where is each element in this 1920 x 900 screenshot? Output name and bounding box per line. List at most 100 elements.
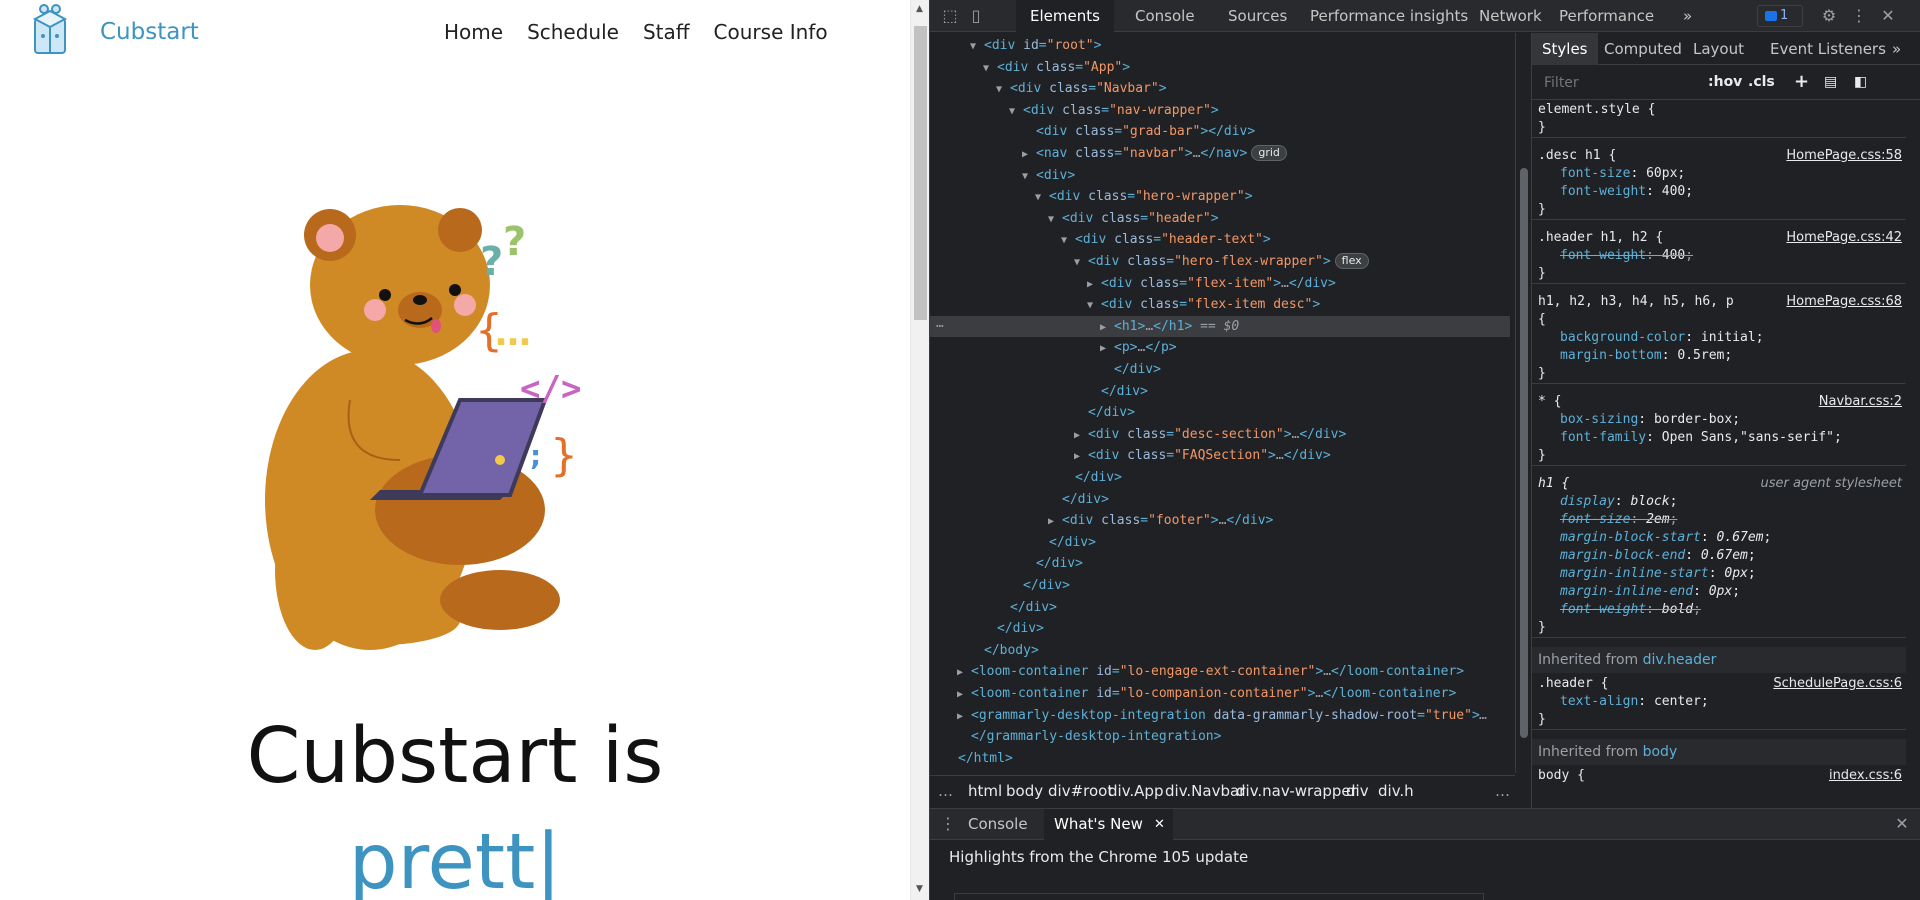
rule-source-link[interactable]: Navbar.css:2 [1819,393,1902,411]
breadcrumb-item[interactable]: body [1006,782,1043,800]
expand-triangle-icon[interactable]: ▶ [1074,425,1088,446]
css-rule[interactable]: * {Navbar.css:2 box-sizing: border-box; fo… [1532,393,1906,466]
node-actions-icon[interactable]: ⋯ [936,316,944,337]
dom-node[interactable]: ▶ <nav class="navbar">…</nav> grid [1022,143,1287,164]
dom-node[interactable]: ▶ <grammarly-desktop-integration data-gra… [957,705,1488,726]
brand-name[interactable]: Cubstart [100,19,199,45]
rule-source-link[interactable]: HomePage.css:68 [1786,293,1902,311]
devtools-tab-performance-insights[interactable]: Performance insights [1296,0,1482,32]
expand-triangle-icon[interactable]: ▼ [996,79,1010,100]
settings-gear-icon[interactable]: ⚙ [1819,6,1839,26]
cls-button[interactable]: .cls [1748,74,1775,90]
close-drawer-icon[interactable]: ✕ [1892,814,1912,834]
dom-node[interactable]: </div> [996,597,1057,618]
device-toolbar-icon[interactable]: ▯ [966,6,986,26]
expand-triangle-icon[interactable]: ▶ [1022,144,1036,165]
css-rule[interactable]: h1 {user agent stylesheet display: block;… [1532,475,1906,638]
nav-staff[interactable]: Staff [643,20,690,44]
breadcrumb-item[interactable]: div [1346,782,1369,800]
close-devtools-icon[interactable]: ✕ [1878,6,1898,26]
dom-node[interactable]: ▼ <div class="nav-wrapper"> [1009,100,1219,121]
toggle-print-icon[interactable]: ▤ [1824,74,1837,90]
breadcrumb-item[interactable]: div.App [1108,782,1163,800]
scroll-up-icon[interactable]: ▲ [916,4,923,14]
styles-tab-styles[interactable]: Styles [1532,33,1598,65]
dom-node[interactable]: </grammarly-desktop-integration> [957,726,1221,747]
devtools-tab-elements[interactable]: Elements [1016,0,1114,32]
dom-node[interactable]: </body> [970,640,1039,661]
expand-triangle-icon[interactable]: ▼ [1074,252,1088,273]
dom-node[interactable]: </div> [1061,467,1122,488]
dom-node[interactable]: ▼ <div class="App"> [983,57,1130,78]
expand-triangle-icon[interactable]: ▶ [1100,317,1114,338]
css-rule[interactable]: .header h1, h2 {HomePage.css:42 font-weig… [1532,229,1906,284]
more-options-icon[interactable]: ⋮ [1849,6,1869,26]
page-scroll-thumb[interactable] [914,26,927,320]
dom-node[interactable]: ▶ <loom-container id="lo-companion-contai… [957,683,1456,704]
expand-triangle-icon[interactable]: ▶ [1048,511,1062,532]
more-tabs-icon[interactable]: » [1669,0,1706,32]
dom-node[interactable]: ▼ <div> [1022,165,1075,186]
expand-triangle-icon[interactable]: ▶ [1100,338,1114,359]
dom-node[interactable]: </div> [1087,381,1148,402]
dom-node[interactable]: ▶ <p>…</p> [1100,337,1177,358]
page-scrollbar[interactable]: ▲ ▼ [910,0,929,900]
expand-triangle-icon[interactable]: ▶ [1087,274,1101,295]
devtools-tab-performance[interactable]: Performance [1545,0,1668,32]
inspect-element-icon[interactable]: ⬚ [940,6,960,26]
breadcrumb-item[interactable]: html [968,782,1002,800]
expand-triangle-icon[interactable]: ▶ [957,662,971,683]
elements-dom-tree[interactable]: ▼ <div id="root"> ▼ <div class="App"> ▼ <div … [930,33,1515,773]
dom-node[interactable]: ▼ <div class="hero-flex-wrapper"> flex [1074,251,1369,272]
hov-button[interactable]: :hov [1708,74,1742,90]
expand-triangle-icon[interactable]: ▼ [1022,166,1036,187]
expand-triangle-icon[interactable]: ▶ [957,706,971,727]
expand-triangle-icon[interactable]: ▼ [983,58,997,79]
dom-node[interactable]: </html> [944,748,1013,769]
dom-node[interactable]: </div> [1100,359,1161,380]
expand-triangle-icon[interactable]: ▼ [1035,187,1049,208]
drawer-tab-console[interactable]: Console [958,809,1038,840]
expand-triangle-icon[interactable]: ▶ [1074,446,1088,467]
dom-node[interactable]: </div> [1035,532,1096,553]
dom-node[interactable]: ▼ <div id="root"> [970,35,1101,56]
expand-triangle-icon[interactable]: ▼ [1061,230,1075,251]
scroll-down-icon[interactable]: ▼ [916,884,923,894]
dom-node[interactable]: </div> [1074,402,1135,423]
elements-scroll-thumb[interactable] [1520,168,1528,738]
dom-node-selected[interactable]: ⋯ ▶ <h1>…</h1> == $0 [930,315,1510,338]
cubstart-logo-icon[interactable] [28,3,72,59]
layout-badge[interactable]: flex [1334,253,1369,269]
dom-node[interactable]: ▼ <div class="header"> [1048,208,1219,229]
rule-source-link[interactable]: HomePage.css:42 [1786,229,1902,247]
styles-tab-layout[interactable]: Layout [1683,33,1754,65]
nav-home[interactable]: Home [444,20,503,44]
styles-filter-input[interactable] [1538,71,1698,95]
breadcrumb-more-icon[interactable]: … [1495,782,1510,800]
nav-schedule[interactable]: Schedule [527,20,619,44]
dom-node[interactable]: ▼ <div class="flex-item desc"> [1087,294,1320,315]
issues-badge[interactable]: 1 [1757,5,1803,27]
css-rule[interactable]: element.style {} [1532,101,1906,138]
expand-triangle-icon[interactable]: ▼ [970,36,984,57]
expand-triangle-icon[interactable]: ▼ [1048,209,1062,230]
css-rule[interactable]: .header {SchedulePage.css:6 text-align: c… [1532,675,1906,730]
breadcrumb-overflow-icon[interactable]: … [938,782,953,800]
css-rule[interactable]: h1, h2, h3, h4, h5, h6, p HomePage.css:68… [1532,293,1906,384]
dom-node[interactable]: ▼ <div class="Navbar"> [996,78,1167,99]
devtools-tab-network[interactable]: Network [1465,0,1556,32]
dom-node[interactable]: ▶ <div class="desc-section">…</div> [1074,424,1346,445]
css-rule[interactable]: body {index.css:6 [1532,767,1906,785]
dom-node[interactable]: </div> [983,618,1044,639]
breadcrumb-item[interactable]: div.h [1378,782,1414,800]
breadcrumb-item[interactable]: div.nav-wrapper [1236,782,1357,800]
expand-triangle-icon[interactable]: ▼ [1087,295,1101,316]
css-rule[interactable]: .desc h1 {HomePage.css:58 font-size: 60px… [1532,147,1906,220]
styles-more-tabs-icon[interactable]: » [1882,33,1911,65]
styles-tab-computed[interactable]: Computed [1594,33,1692,65]
breadcrumb-item[interactable]: div#root [1048,782,1113,800]
dom-node[interactable]: ▶ <div class="flex-item">…</div> [1087,273,1336,294]
layout-badge[interactable]: grid [1251,145,1287,161]
toggle-sidebar-icon[interactable]: ◧ [1854,74,1867,90]
expand-triangle-icon[interactable]: ▶ [957,684,971,705]
